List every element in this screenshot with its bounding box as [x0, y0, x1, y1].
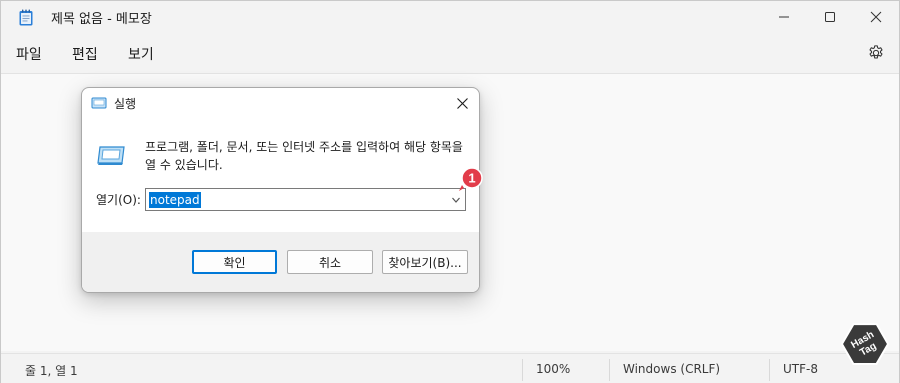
- open-combobox[interactable]: notepad: [145, 188, 466, 211]
- run-dialog-close-button[interactable]: [448, 90, 476, 116]
- menu-file[interactable]: 파일: [16, 44, 42, 64]
- run-dialog-title: 실행: [114, 97, 137, 111]
- minimize-button[interactable]: [761, 1, 807, 33]
- status-line-ending: Windows (CRLF): [623, 362, 721, 376]
- status-divider: [609, 359, 610, 381]
- callout-number: 1: [468, 171, 475, 186]
- close-icon: [456, 97, 468, 109]
- status-divider: [769, 359, 770, 381]
- close-icon: [870, 11, 882, 23]
- hashtag-watermark-logo: Hash Tag: [840, 323, 890, 365]
- cancel-button[interactable]: 취소: [287, 250, 373, 274]
- run-program-icon: [97, 146, 125, 165]
- open-input-selected-text[interactable]: notepad: [149, 192, 201, 208]
- status-cursor-position: 줄 1, 열 1: [25, 364, 78, 378]
- minimize-icon: [779, 16, 789, 18]
- status-encoding: UTF-8: [783, 362, 818, 376]
- menu-edit[interactable]: 편집: [72, 44, 98, 64]
- window-title: 제목 없음 - 메모장: [51, 12, 152, 27]
- callout-number-badge: 1: [459, 167, 483, 191]
- run-dialog-description: 프로그램, 폴더, 문서, 또는 인터넷 주소를 입력하여 해당 항목을 열 수…: [145, 140, 463, 172]
- run-dialog: 실행 프로그램, 폴더, 문서, 또는 인터넷 주소를 입력하여 해당 항목을 …: [81, 87, 480, 293]
- maximize-button[interactable]: [807, 1, 853, 33]
- notepad-app-icon: [19, 9, 33, 26]
- ok-button[interactable]: 확인: [192, 250, 277, 274]
- chevron-down-icon[interactable]: [451, 195, 461, 205]
- status-divider: [522, 359, 523, 381]
- open-field-label: 열기(O):: [96, 193, 141, 207]
- notepad-titlebar[interactable]: 제목 없음 - 메모장: [1, 1, 899, 33]
- run-dialog-titlebar[interactable]: 실행: [82, 88, 479, 118]
- settings-gear-icon[interactable]: [867, 44, 885, 62]
- menu-view[interactable]: 보기: [128, 44, 154, 64]
- browse-button[interactable]: 찾아보기(B)...: [382, 250, 468, 274]
- menu-bar: 파일 편집 보기: [1, 35, 899, 73]
- status-zoom: 100%: [536, 362, 571, 376]
- close-button[interactable]: [853, 1, 899, 33]
- run-dialog-button-bar: 확인 취소 찾아보기(B)...: [82, 232, 479, 292]
- status-bar: 줄 1, 열 1 100% Windows (CRLF) UTF-8: [1, 353, 899, 383]
- run-app-icon: [91, 97, 107, 109]
- run-dialog-body: 프로그램, 폴더, 문서, 또는 인터넷 주소를 입력하여 해당 항목을 열 수…: [82, 118, 479, 232]
- maximize-icon: [825, 12, 835, 22]
